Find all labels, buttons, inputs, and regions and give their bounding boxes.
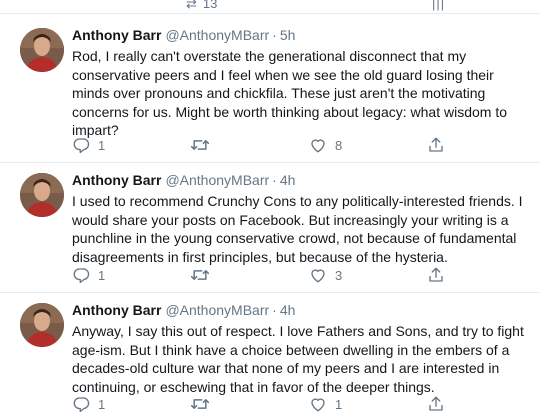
author-name[interactable]: Anthony Barr [72, 172, 161, 188]
reply-icon [73, 138, 90, 154]
previous-retweet-action[interactable]: ⇄ 13 [186, 0, 217, 12]
tweet[interactable]: Anthony Barr @AnthonyMBarr · 5h Rod, I real… [0, 14, 540, 163]
tweet-timestamp[interactable]: 5h [280, 27, 296, 43]
like-count: 3 [335, 267, 343, 283]
tweet-timestamp[interactable]: 4h [280, 172, 296, 188]
heart-icon [311, 269, 325, 283]
share-button[interactable] [427, 135, 445, 155]
tweet-thread: ⇄ 13 ||| Anthony Barr @AnthonyMBarr · 5h Rod… [0, 0, 540, 418]
reply-button[interactable]: 1 [72, 265, 105, 285]
tweet-text: Anyway, I say this out of respect. I lov… [72, 322, 530, 396]
author-handle[interactable]: @AnthonyMBarr [165, 172, 269, 188]
like-button[interactable]: 1 [309, 394, 342, 414]
tweet-text-line: concerns for us. Might be worth thinking… [72, 103, 507, 120]
tweet-timestamp[interactable]: 4h [280, 302, 296, 318]
tweet-header: Anthony Barr @AnthonyMBarr · 4h [72, 302, 295, 319]
reply-count: 1 [98, 396, 106, 412]
reply-icon [73, 397, 90, 413]
reply-count: 1 [98, 267, 106, 283]
reply-count: 1 [98, 137, 106, 153]
heart-icon [311, 398, 325, 412]
retweet-button[interactable] [190, 135, 218, 155]
tweet-text-line: Anyway, I say this out of respect. I lov… [72, 323, 524, 339]
share-icon [429, 396, 443, 411]
share-icon [429, 267, 443, 282]
tweet-actions: 1 1 [72, 394, 452, 414]
tweet-text-line: age-ism. But I think have a choice betwe… [72, 341, 510, 358]
share-icon [429, 137, 443, 152]
retweet-icon: ⇄ [186, 0, 197, 11]
like-button[interactable]: 3 [309, 265, 342, 285]
tweet-text: I used to recommend Crunchy Cons to any … [72, 192, 530, 266]
share-button[interactable] [427, 394, 445, 414]
heart-icon [311, 139, 325, 153]
tweet-actions: 1 3 [72, 265, 452, 285]
author-name[interactable]: Anthony Barr [72, 27, 161, 43]
tweet-text-line: would share your posts on Facebook. But … [72, 211, 509, 228]
like-count: 1 [335, 396, 343, 412]
tweet-text-line: conservative peers and I feel when we se… [72, 66, 494, 83]
tweet-text-line: I used to recommend Crunchy Cons to any … [72, 193, 523, 209]
avatar-image [20, 173, 64, 217]
author-handle[interactable]: @AnthonyMBarr [165, 27, 269, 43]
header-separator: · [272, 302, 277, 318]
tweet-text-line: decades-old culture war that none of my … [72, 360, 500, 377]
avatar-image [20, 28, 64, 72]
tweet-text-line: Rod, I really can't overstate the genera… [72, 48, 467, 64]
tweet-text-line: punchline in the young conservative crow… [72, 230, 517, 247]
share-button[interactable] [427, 265, 445, 285]
tweet-text-line: disagreements in first principles, but b… [72, 248, 448, 265]
reply-button[interactable]: 1 [72, 394, 105, 414]
avatar[interactable] [20, 28, 64, 72]
header-separator: · [272, 172, 277, 188]
avatar[interactable] [20, 303, 64, 347]
reply-button[interactable]: 1 [72, 135, 105, 155]
avatar[interactable] [20, 173, 64, 217]
tweet-header: Anthony Barr @AnthonyMBarr · 4h [72, 172, 295, 189]
tweet-actions: 1 8 [72, 135, 452, 155]
author-handle[interactable]: @AnthonyMBarr [165, 302, 269, 318]
avatar-image [20, 303, 64, 347]
retweet-button[interactable] [190, 265, 218, 285]
previous-retweet-count: 13 [202, 0, 218, 11]
tweet-text: Rod, I really can't overstate the genera… [72, 47, 530, 140]
like-button[interactable]: 8 [309, 135, 342, 155]
retweet-button[interactable] [190, 394, 218, 414]
tweet[interactable]: Anthony Barr @AnthonyMBarr · 4h I used to r… [0, 163, 540, 293]
previous-analytics-icon[interactable]: ||| [432, 0, 445, 11]
retweet-icon [190, 270, 210, 280]
header-separator: · [272, 27, 277, 43]
author-name[interactable]: Anthony Barr [72, 302, 161, 318]
retweet-icon [190, 399, 210, 409]
reply-icon [73, 268, 90, 284]
tweet-header: Anthony Barr @AnthonyMBarr · 5h [72, 27, 295, 44]
retweet-icon [190, 140, 210, 150]
tweet-text-line: minds over pronouns and chickfila. These… [72, 85, 486, 102]
previous-tweet-actions-remnant: ⇄ 13 ||| [0, 0, 540, 14]
tweet[interactable]: Anthony Barr @AnthonyMBarr · 4h Anyway, I s… [0, 293, 540, 418]
like-count: 8 [335, 137, 343, 153]
